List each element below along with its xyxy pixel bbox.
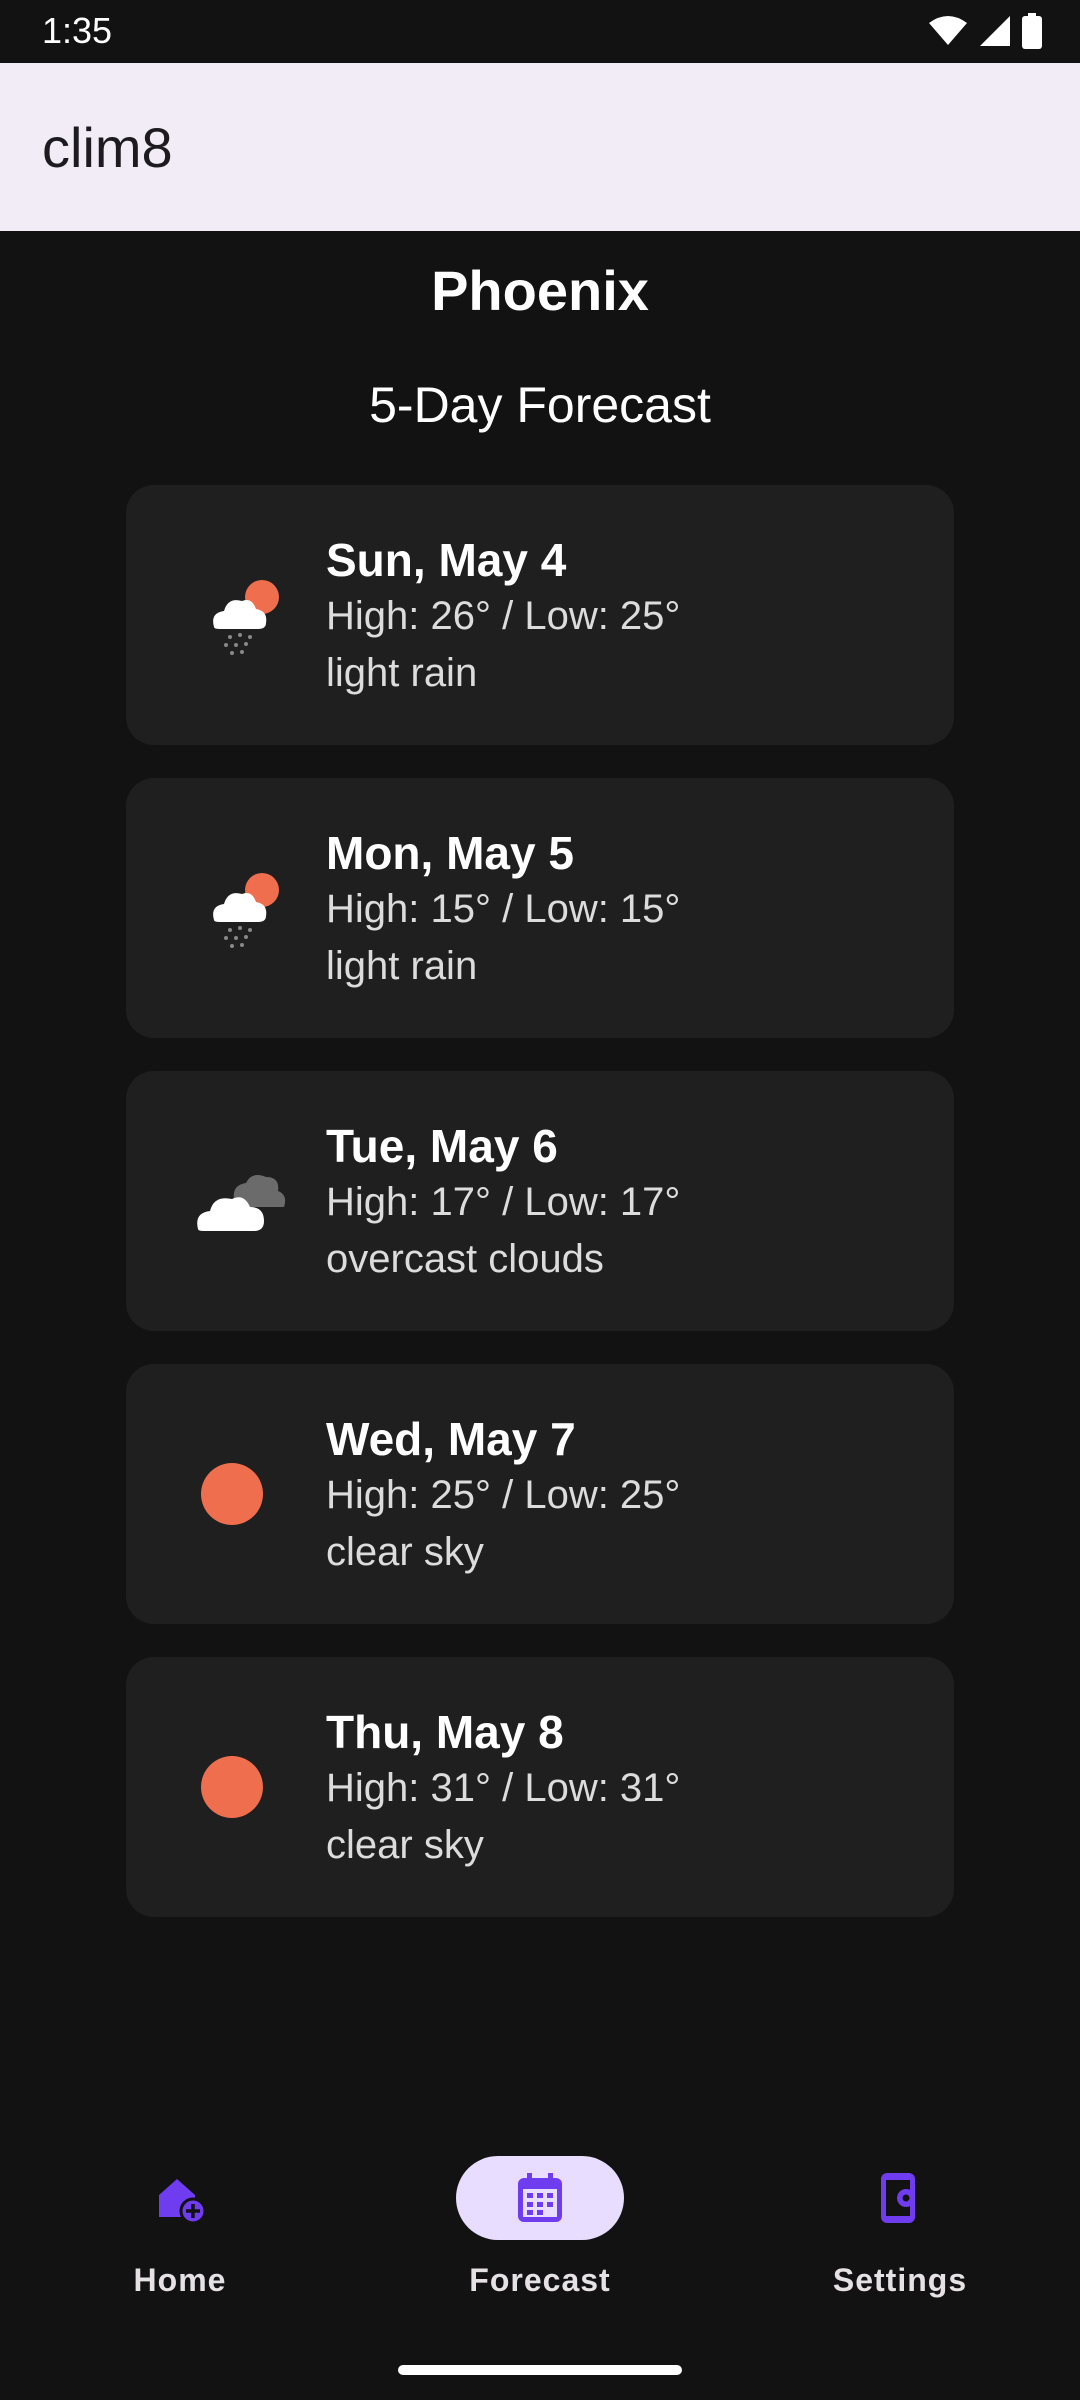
forecast-card: Thu, May 8 High: 31° / Low: 31° clear sk…	[126, 1657, 954, 1917]
calendar-icon	[518, 2173, 562, 2222]
forecast-description: light rain	[326, 944, 478, 988]
home-add-icon	[159, 2179, 207, 2225]
battery-icon	[1022, 13, 1042, 49]
forecast-card: Mon, May 5 High: 15° / Low: 15° light ra…	[126, 778, 954, 1038]
app-bar: clim8	[0, 63, 1080, 231]
forecast-description: light rain	[326, 651, 478, 695]
phone-settings-icon	[881, 2173, 915, 2223]
nav-indicator-active	[456, 2156, 624, 2240]
forecast-card: Sun, May 4 High: 26° / Low: 25° light ra…	[126, 485, 954, 745]
forecast-title: 5-Day Forecast	[369, 377, 711, 433]
clear-sky-icon	[186, 1434, 306, 1554]
nav-item-settings[interactable]: Settings	[720, 2156, 1080, 2316]
nav-indicator	[96, 2156, 264, 2240]
forecast-temps: High: 26° / Low: 25°	[326, 594, 681, 638]
status-time: 1:35	[42, 10, 113, 51]
nav-indicator	[816, 2156, 984, 2240]
forecast-description: clear sky	[326, 1530, 484, 1574]
nav-item-forecast[interactable]: Forecast	[360, 2156, 720, 2316]
forecast-temps: High: 15° / Low: 15°	[326, 887, 681, 931]
forecast-description: overcast clouds	[326, 1237, 604, 1281]
forecast-date: Wed, May 7	[326, 1413, 576, 1465]
forecast-description: clear sky	[326, 1823, 484, 1867]
forecast-temps: High: 17° / Low: 17°	[326, 1180, 681, 1224]
forecast-date: Sun, May 4	[326, 534, 567, 586]
wifi-icon	[929, 16, 967, 45]
forecast-card: Wed, May 7 High: 25° / Low: 25° clear sk…	[126, 1364, 954, 1624]
bottom-navigation: Home Forecast Settings	[0, 2110, 1080, 2400]
home-indicator[interactable]	[398, 2365, 682, 2375]
forecast-card: Tue, May 6 High: 17° / Low: 17° overcast…	[126, 1071, 954, 1331]
light-rain-icon	[186, 848, 306, 968]
city-name: Phoenix	[431, 259, 649, 322]
forecast-date: Mon, May 5	[326, 827, 574, 879]
forecast-date: Thu, May 8	[326, 1706, 564, 1758]
forecast-temps: High: 31° / Low: 31°	[326, 1766, 681, 1810]
nav-item-home[interactable]: Home	[0, 2156, 360, 2316]
app-title: clim8	[42, 116, 173, 179]
signal-icon	[980, 16, 1010, 46]
nav-label-home: Home	[133, 2262, 227, 2298]
overcast-clouds-icon	[186, 1141, 306, 1261]
nav-label-forecast: Forecast	[469, 2262, 611, 2298]
nav-label-settings: Settings	[832, 2262, 968, 2298]
forecast-date: Tue, May 6	[326, 1120, 558, 1172]
forecast-temps: High: 25° / Low: 25°	[326, 1473, 681, 1517]
status-icons	[928, 12, 1042, 50]
status-bar: 1:35	[0, 0, 1080, 63]
clear-sky-icon	[186, 1727, 306, 1847]
light-rain-icon	[186, 555, 306, 675]
